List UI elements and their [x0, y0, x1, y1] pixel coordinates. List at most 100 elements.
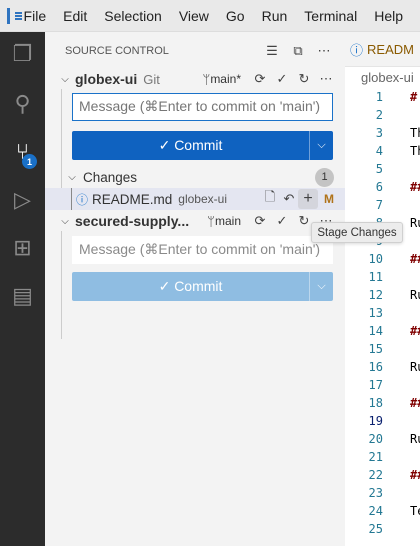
commit-dropdown-chevron-icon[interactable]: ⌵	[309, 272, 333, 301]
menu-go[interactable]: Go	[226, 8, 245, 24]
changes-label: Changes	[83, 169, 138, 185]
menu-run[interactable]: Run	[262, 8, 288, 24]
repo-header-globex-ui[interactable]: ⌵ globex-ui Git ᛘ main* ⟳ ✓ ↻ ⋯	[45, 69, 345, 89]
line-number: 15	[368, 342, 383, 356]
line-number: 16	[368, 360, 383, 374]
line-number: 25	[368, 522, 383, 536]
repo-name: globex-ui	[75, 71, 138, 87]
collapse-all-icon[interactable]: ⧉	[285, 43, 311, 59]
tooltip: Stage Changes	[311, 222, 403, 243]
file-folder: globex-ui	[178, 192, 227, 206]
code-line: #	[410, 90, 418, 104]
discard-changes-icon[interactable]: ↶	[280, 191, 298, 207]
line-number: 22	[368, 468, 383, 482]
line-number: 3	[375, 126, 383, 140]
menu-file[interactable]: File	[24, 8, 47, 24]
menu-terminal[interactable]: Terminal	[304, 8, 357, 24]
menu-bar: File Edit Selection View Go Run Terminal…	[0, 0, 420, 32]
line-number: 1	[375, 90, 383, 104]
code-line: ##	[410, 180, 420, 194]
code-line: ##	[410, 396, 420, 410]
code-line: ##	[410, 324, 420, 338]
line-number: 12	[368, 288, 383, 302]
activity-bar: ❐ ⚲ ⑂ 1 ▷ ⊞ ▤	[0, 32, 45, 546]
sync-icon[interactable]: ⟳	[249, 213, 271, 229]
refresh-icon[interactable]: ↻	[293, 71, 315, 87]
menu-view[interactable]: View	[179, 8, 209, 24]
info-icon: ⓘ	[350, 42, 364, 58]
branch-icon: ᛘ	[207, 213, 215, 229]
repo-header-secured-supply[interactable]: ⌵ secured-supply... ᛘ main ⟳ ✓ ↻ ⋯	[45, 211, 345, 231]
code-line: Ru	[410, 360, 420, 374]
line-number: 10	[368, 252, 383, 266]
code-line: Th	[410, 126, 420, 140]
line-number: 19	[368, 414, 383, 428]
file-name: README.md	[92, 191, 173, 207]
line-number: 23	[368, 486, 383, 500]
line-number: 4	[375, 144, 383, 158]
stage-changes-plus-icon[interactable]: +	[298, 189, 318, 209]
line-number: 21	[368, 450, 383, 464]
tab-title: READM	[367, 41, 414, 57]
changes-count-badge: 1	[315, 167, 334, 187]
code-line: Ru	[410, 432, 420, 446]
editor: ⓘ READM globex-ui 1#23Th4Th56##78Ru910##…	[345, 32, 420, 546]
commit-check-icon[interactable]: ✓	[271, 71, 293, 87]
branch-name[interactable]: main*	[210, 72, 241, 86]
chevron-down-icon[interactable]: ⌵	[65, 172, 79, 183]
sync-icon[interactable]: ⟳	[249, 71, 271, 87]
more-actions-icon[interactable]: ⋯	[311, 43, 337, 59]
commit-button-disabled[interactable]: ✓ Commit ⌵	[72, 272, 333, 301]
search-icon[interactable]: ⚲	[0, 84, 45, 124]
menu-selection[interactable]: Selection	[104, 8, 162, 24]
branch-icon: ᛘ	[202, 71, 211, 87]
code-line: Ru	[410, 288, 420, 302]
line-number: 5	[375, 162, 383, 176]
commit-dropdown-chevron-icon[interactable]: ⌵	[309, 131, 333, 160]
scm-badge: 1	[22, 154, 37, 169]
panel-title: SOURCE CONTROL	[65, 45, 169, 57]
changes-group[interactable]: ⌵ Changes 1	[45, 167, 345, 187]
app-logo-icon	[7, 7, 22, 24]
run-debug-icon[interactable]: ▷	[0, 180, 45, 220]
commit-check-icon[interactable]: ✓	[271, 213, 293, 229]
repo-name: secured-supply...	[75, 213, 190, 229]
repo-type: Git	[143, 71, 160, 87]
code-line: ##	[410, 468, 420, 482]
remote-explorer-icon[interactable]: ▤	[0, 276, 45, 316]
line-number: 2	[375, 108, 383, 122]
line-number: 17	[368, 378, 383, 392]
code-line: Ru	[410, 216, 420, 230]
commit-message-input[interactable]: Message (⌘Enter to commit on 'main')	[72, 236, 333, 264]
info-icon: ⓘ	[76, 192, 89, 207]
line-number: 24	[368, 504, 383, 518]
line-number: 11	[368, 270, 383, 284]
open-file-icon[interactable]: 🗋	[260, 188, 280, 210]
line-number: 18	[368, 396, 383, 410]
line-number: 6	[375, 180, 383, 194]
menu-edit[interactable]: Edit	[63, 8, 87, 24]
editor-tab[interactable]: ⓘ READM	[345, 32, 420, 67]
commit-message-input[interactable]: Message (⌘Enter to commit on 'main')	[72, 93, 333, 121]
line-number: 7	[375, 198, 383, 212]
menu-help[interactable]: Help	[374, 8, 403, 24]
file-item-readme[interactable]: ⓘ README.md globex-ui 🗋 ↶ + M	[45, 188, 345, 210]
code-line: Th	[410, 144, 420, 158]
line-number: 13	[368, 306, 383, 320]
more-actions-icon[interactable]: ⋯	[315, 71, 337, 87]
branch-name[interactable]: main	[215, 214, 241, 228]
line-number: 14	[368, 324, 383, 338]
view-as-tree-icon[interactable]: ☰	[259, 43, 285, 59]
chevron-down-icon[interactable]: ⌵	[57, 216, 73, 227]
chevron-down-icon[interactable]: ⌵	[57, 74, 73, 85]
explorer-icon[interactable]: ❐	[0, 34, 45, 74]
source-control-panel: SOURCE CONTROL ☰ ⧉ ⋯ ⌵ globex-ui Git ᛘ m…	[45, 32, 345, 546]
code-line: ##	[410, 252, 420, 266]
breadcrumb[interactable]: globex-ui	[361, 70, 414, 85]
line-number: 20	[368, 432, 383, 446]
file-status-modified: M	[324, 192, 334, 206]
commit-button[interactable]: ✓ Commit ⌵	[72, 131, 333, 160]
code-line: Te	[410, 504, 420, 518]
source-control-icon[interactable]: ⑂ 1	[0, 132, 45, 172]
extensions-icon[interactable]: ⊞	[0, 228, 45, 268]
